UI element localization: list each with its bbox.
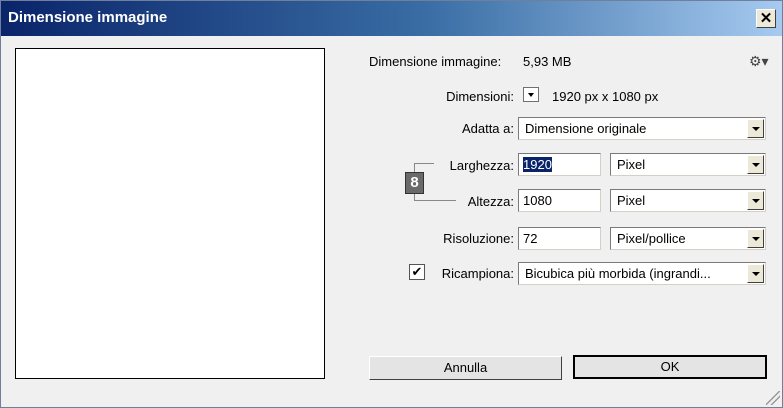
- checkmark-icon: ✔: [411, 264, 423, 279]
- resolution-label: Risoluzione:: [443, 231, 514, 246]
- width-unit-value: Pixel: [617, 157, 646, 172]
- width-input[interactable]: 1920: [518, 153, 601, 176]
- cancel-button[interactable]: Annulla: [369, 356, 562, 380]
- ok-button[interactable]: OK: [573, 355, 767, 379]
- image-size-label: Dimensione immagine:: [369, 54, 502, 69]
- window-title: Dimensione immagine: [8, 9, 168, 26]
- image-size-dialog: Dimensione immagine ✕ Dimensione immagin…: [0, 0, 783, 408]
- chevron-down-icon[interactable]: [747, 119, 764, 138]
- resolution-value: 72: [523, 231, 538, 246]
- chevron-down-icon[interactable]: [747, 264, 764, 283]
- resample-checkbox[interactable]: ✔: [409, 264, 425, 280]
- width-label: Larghezza:: [449, 158, 514, 173]
- gear-icon[interactable]: ⚙▾: [749, 53, 769, 70]
- close-icon: ✕: [759, 10, 773, 27]
- fit-to-value: Dimensione originale: [525, 121, 647, 136]
- dimensions-unit-dropdown[interactable]: [523, 87, 539, 102]
- close-button[interactable]: ✕: [756, 9, 776, 28]
- resample-method-value: Bicubica più morbida (ingrandi...: [525, 266, 711, 281]
- image-preview: [15, 48, 325, 379]
- height-label: Altezza:: [467, 194, 514, 209]
- title-bar[interactable]: Dimensione immagine ✕: [1, 1, 782, 36]
- dimensions-label: Dimensioni:: [446, 89, 514, 104]
- resolution-unit-select[interactable]: Pixel/pollice: [610, 227, 766, 250]
- resolution-unit-value: Pixel/pollice: [617, 231, 686, 246]
- height-input[interactable]: 1080: [518, 189, 601, 212]
- fit-to-label: Adatta a:: [461, 121, 514, 136]
- height-value: 1080: [523, 193, 552, 208]
- resample-method-select[interactable]: Bicubica più morbida (ingrandi...: [518, 262, 766, 285]
- resize-grip-icon[interactable]: [766, 391, 780, 405]
- fit-to-select[interactable]: Dimensione originale: [518, 117, 766, 140]
- height-unit-select[interactable]: Pixel: [610, 189, 766, 212]
- width-unit-select[interactable]: Pixel: [610, 153, 766, 176]
- chevron-down-icon[interactable]: [747, 191, 764, 210]
- width-value: 1920: [523, 157, 552, 172]
- resample-label: Ricampiona:: [441, 266, 514, 281]
- chain-link-icon[interactable]: 8: [405, 172, 424, 194]
- image-size-value: 5,93 MB: [523, 54, 572, 69]
- height-unit-value: Pixel: [617, 193, 646, 208]
- chevron-down-icon[interactable]: [747, 155, 764, 174]
- dimensions-value: 1920 px x 1080 px: [552, 89, 659, 104]
- chevron-down-icon[interactable]: [747, 229, 764, 248]
- resolution-input[interactable]: 72: [518, 227, 601, 250]
